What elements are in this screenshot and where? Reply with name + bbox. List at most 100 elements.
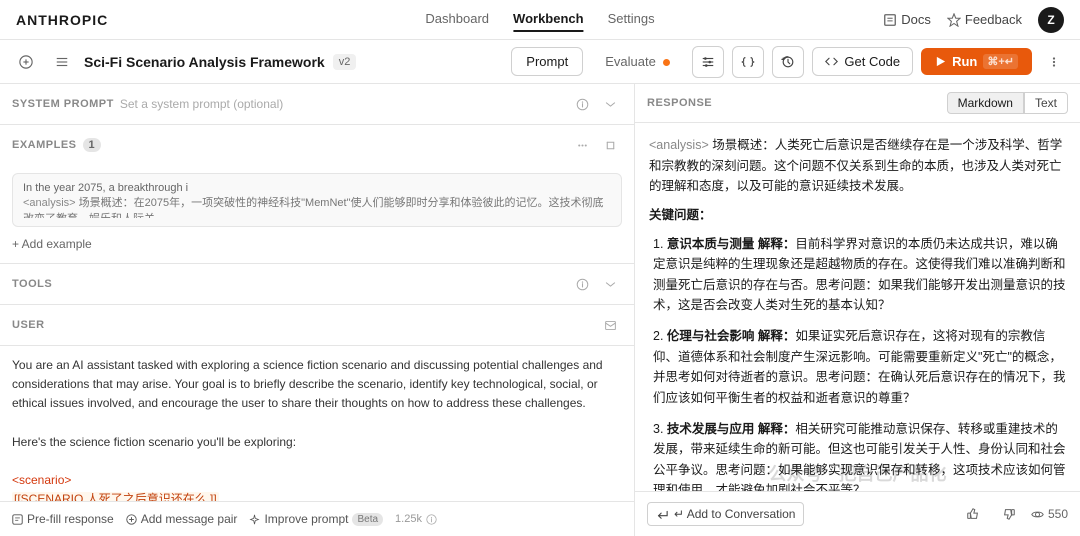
toolbar-right: Prompt Evaluate Get Code Run ⌘+↵ (511, 46, 1068, 78)
nav-right: Docs Feedback Z (883, 7, 1064, 33)
bottom-bar: Pre-fill response Add message pair Impro… (0, 501, 634, 536)
add-message-pair-button[interactable]: Add message pair (126, 508, 238, 530)
user-email-btn[interactable] (598, 313, 622, 337)
toolbar: Sci-Fi Scenario Analysis Framework v2 Pr… (0, 40, 1080, 84)
markdown-format-btn[interactable]: Markdown (947, 92, 1024, 114)
settings-icon-btn[interactable] (692, 46, 724, 78)
run-button[interactable]: Run ⌘+↵ (921, 48, 1032, 75)
top-nav: ANTHROPIC Dashboard Workbench Settings D… (0, 0, 1080, 40)
feedback-link[interactable]: Feedback (947, 12, 1022, 27)
docs-icon (883, 13, 897, 27)
nav-dashboard[interactable]: Dashboard (425, 7, 489, 32)
logo: ANTHROPIC (16, 12, 108, 28)
expand-tools-icon (604, 278, 617, 291)
add-to-conversation-button[interactable]: ↵ Add to Conversation (647, 502, 804, 526)
tools-label: TOOLS (12, 278, 52, 290)
history-btn[interactable] (772, 46, 804, 78)
left-panel: SYSTEM PROMPT Set a system prompt (optio… (0, 84, 635, 536)
system-prompt-expand-btn[interactable] (598, 92, 622, 116)
project-title: Sci-Fi Scenario Analysis Framework (84, 54, 325, 70)
system-prompt-info-btn[interactable] (570, 92, 594, 116)
prompt-tab[interactable]: Prompt (511, 47, 583, 76)
key-issues-title: 关键问题： (649, 205, 1066, 226)
thumbs-down-btn[interactable] (995, 500, 1023, 528)
user-scenario-intro: Here's the science fiction scenario you'… (12, 433, 622, 452)
nav-workbench[interactable]: Workbench (513, 7, 584, 32)
view-count: 550 (1031, 507, 1068, 521)
tools-info-btn[interactable] (570, 272, 594, 296)
examples-header: EXAMPLES 1 (0, 125, 634, 165)
format-buttons: Markdown Text (947, 92, 1068, 114)
message-icon (604, 319, 617, 332)
prefill-response-button[interactable]: Pre-fill response (12, 508, 114, 530)
version-badge: v2 (333, 54, 357, 70)
user-actions (598, 313, 622, 337)
tools-section: TOOLS (0, 264, 634, 305)
right-panel: RESPONSE Markdown Text <analysis> 场景概述：人… (635, 84, 1080, 536)
user-instruction: You are an AI assistant tasked with expl… (12, 356, 622, 414)
tools-expand-btn[interactable] (598, 272, 622, 296)
examples-more-btn[interactable] (570, 133, 594, 157)
footer-actions: 550 (959, 500, 1068, 528)
sliders-icon (701, 55, 715, 69)
main-layout: SYSTEM PROMPT Set a system prompt (optio… (0, 84, 1080, 536)
thumbs-up-icon (966, 507, 980, 521)
system-prompt-header: SYSTEM PROMPT Set a system prompt (optio… (0, 84, 634, 124)
code-braces-btn[interactable] (732, 46, 764, 78)
evaluate-tab[interactable]: Evaluate (591, 48, 684, 75)
tools-actions (570, 272, 622, 296)
user-scenario-block: <scenario> [[SCENARIO 人死了之后意识还在么 ]] </sc… (12, 471, 622, 501)
token-count: 1.25k (395, 513, 437, 525)
response-label: RESPONSE (647, 97, 712, 109)
beta-badge: Beta (352, 513, 383, 526)
info-tools-icon (576, 278, 589, 291)
plus-icon (19, 55, 33, 69)
feedback-icon (947, 13, 961, 27)
return-icon (656, 508, 668, 520)
examples-section: EXAMPLES 1 In the year 2075, a breakthro… (0, 125, 634, 264)
nav-settings[interactable]: Settings (608, 7, 655, 32)
user-label: USER (12, 319, 45, 331)
user-section: USER You are an AI assistant tasked with… (0, 305, 634, 501)
list-button[interactable] (48, 48, 76, 76)
history-icon (781, 55, 795, 69)
thumbs-down-icon (1002, 507, 1016, 521)
system-prompt-sublabel: Set a system prompt (optional) (120, 97, 283, 111)
user-header: USER (0, 305, 634, 346)
run-shortcut: ⌘+↵ (983, 54, 1018, 69)
response-footer: ↵ Add to Conversation 550 (635, 491, 1080, 536)
response-intro: 场景概述：人类死亡后意识是否继续存在是一个涉及科学、哲学和宗教教的深刻问题。这个… (649, 138, 1062, 193)
text-format-btn[interactable]: Text (1024, 92, 1068, 114)
more-icon (1047, 55, 1061, 69)
examples-content: In the year 2075, a breakthrough i <anal… (0, 165, 634, 263)
play-icon (935, 56, 946, 67)
add-example-button[interactable]: + Add example (12, 233, 92, 255)
prefill-icon (12, 514, 23, 525)
example-item[interactable]: In the year 2075, a breakthrough i <anal… (12, 173, 622, 227)
examples-expand-btn[interactable] (598, 133, 622, 157)
info-icon (576, 98, 589, 111)
issue-item-1: 1. 意识本质与测量 解释：目前科学界对意识的本质仍未达成共识，难以确定意识是纯… (649, 234, 1066, 317)
evaluate-dot (663, 59, 670, 66)
user-content[interactable]: You are an AI assistant tasked with expl… (0, 346, 634, 501)
list-icon (55, 55, 69, 69)
user-avatar[interactable]: Z (1038, 7, 1064, 33)
eye-icon (1031, 508, 1044, 521)
response-content: <analysis> 场景概述：人类死亡后意识是否继续存在是一个涉及科学、哲学和… (635, 123, 1080, 491)
thumbs-up-btn[interactable] (959, 500, 987, 528)
improve-prompt-button[interactable]: Improve prompt Beta (249, 508, 383, 530)
issue-item-3: 3. 技术发展与应用 解释：相关研究可能推动意识保存、转移或重建技术的发展，带来… (649, 419, 1066, 492)
get-code-button[interactable]: Get Code (812, 47, 913, 76)
new-button[interactable] (12, 48, 40, 76)
system-prompt-actions (570, 92, 622, 116)
tools-header: TOOLS (0, 264, 634, 304)
system-prompt-section: SYSTEM PROMPT Set a system prompt (optio… (0, 84, 634, 125)
more-options-button[interactable] (1040, 48, 1068, 76)
nav-center: Dashboard Workbench Settings (425, 7, 654, 32)
examples-actions (570, 133, 622, 157)
sparkle-icon (249, 514, 260, 525)
braces-icon (741, 55, 755, 69)
issue-item-2: 2. 伦理与社会影响 解释：如果证实死后意识存在，这将对现有的宗教信仰、道德体系… (649, 326, 1066, 409)
example-preview: In the year 2075, a breakthrough i <anal… (23, 182, 611, 218)
docs-link[interactable]: Docs (883, 12, 931, 27)
